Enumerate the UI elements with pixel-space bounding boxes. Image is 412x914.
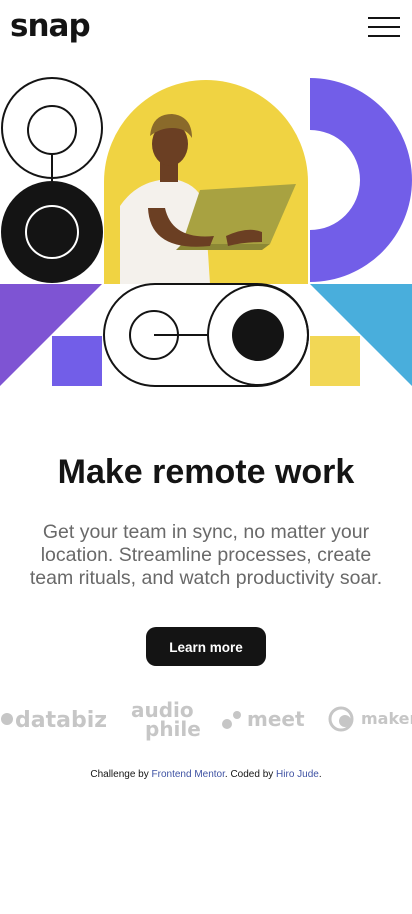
author-link[interactable]: Hiro Jude [276,769,319,780]
attribution-middle: . Coded by [224,769,274,780]
snap-logo[interactable]: snap [10,8,91,44]
client-logo-databiz: databiz [1,708,107,733]
audiophile-text-line2: phile [145,717,201,741]
client-logo-maker: maker [328,706,412,732]
page-title: Make remote work [57,453,355,491]
learn-more-button[interactable]: Learn more [146,627,266,666]
hamburger-menu-icon[interactable] [368,17,402,39]
maker-text: maker [361,709,412,728]
attribution-suffix: . [318,769,322,780]
client-logos: databiz audio phile meet maker [1,698,412,741]
frontend-mentor-link[interactable]: Frontend Mentor [152,769,225,780]
databiz-text: databiz [15,708,107,733]
meet-text: meet [247,707,305,731]
client-logo-audiophile: audio phile [131,698,201,741]
client-logo-meet: meet [222,707,305,731]
header: snap [0,0,412,60]
hero-illustration [0,77,412,387]
hero-description: Get your team in sync, no matter your lo… [29,521,383,589]
attribution: Challenge by Frontend Mentor. Coded by H… [0,769,412,780]
attribution-prefix: Challenge by [90,769,149,780]
